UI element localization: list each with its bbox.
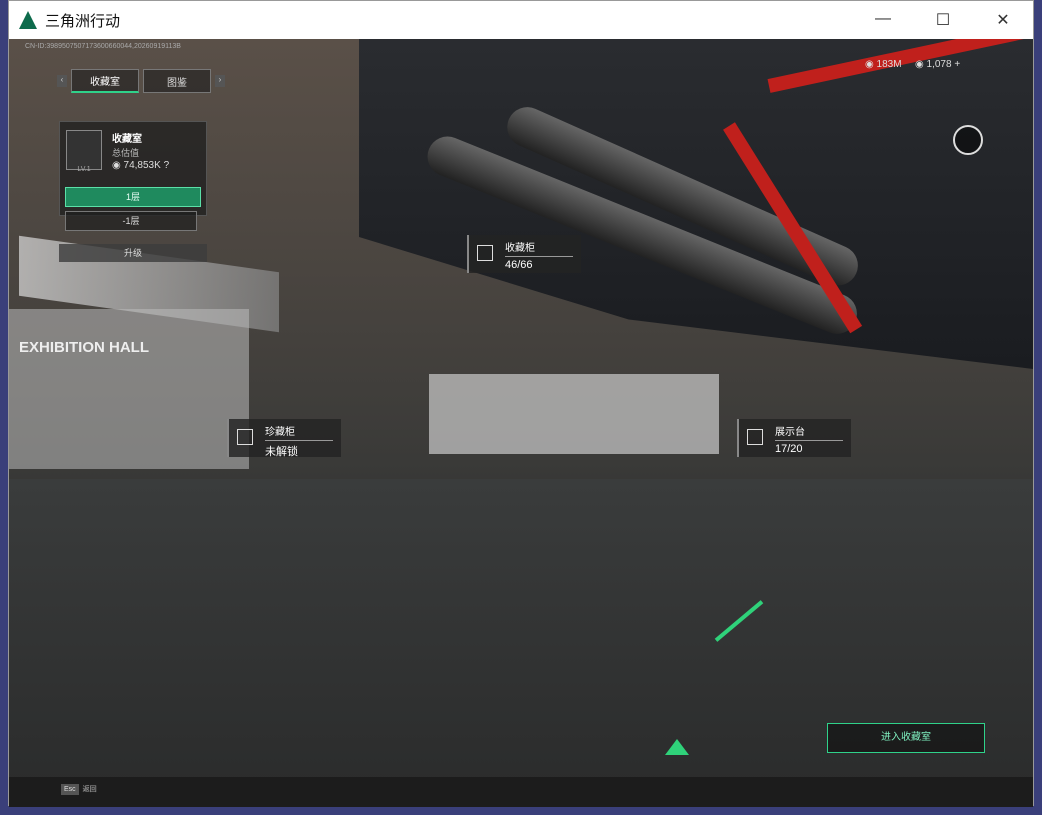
cabinet-icon	[477, 245, 493, 261]
upgrade-button[interactable]: 升级	[59, 244, 207, 262]
esc-label: 返回	[82, 786, 97, 793]
panel-value: 74,853K	[123, 160, 161, 171]
label-display-stand[interactable]: 展示台 17/20	[737, 419, 851, 457]
stand-icon	[747, 429, 763, 445]
help-icon[interactable]: ?	[164, 160, 170, 171]
level: LV.1	[77, 166, 91, 173]
floor-minus1-button[interactable]: -1层	[65, 211, 197, 231]
currency-1: ◉ 183M	[865, 59, 902, 70]
camera-icon[interactable]	[953, 125, 983, 155]
bottom-bar	[9, 777, 1033, 807]
label-value: 46/66	[505, 259, 533, 271]
panel-title: 收藏室	[112, 134, 142, 145]
tab-next-icon[interactable]: ›	[215, 75, 225, 87]
window-title: 三角洲行动	[45, 12, 121, 30]
app-window: 三角洲行动 — ☐ ✕ EXHIBITION HALL CN-ID:398950…	[8, 0, 1034, 807]
label-value: 未解锁	[265, 446, 298, 458]
maximize-button[interactable]: ☐	[913, 10, 973, 30]
floor	[9, 479, 1033, 807]
esc-key: Esc	[61, 784, 79, 795]
coin-icon: ◉	[112, 160, 124, 171]
room-icon	[66, 130, 102, 170]
panel-sub: 总估值	[112, 148, 140, 158]
currency-2: ◉ 1,078 +	[915, 59, 961, 70]
hall-sign: EXHIBITION HALL	[19, 339, 149, 356]
tab-prev-icon[interactable]: ‹	[57, 75, 67, 87]
id-info: CN-ID:3989507507173600660044,20260919113…	[25, 43, 181, 50]
close-button[interactable]: ✕	[973, 10, 1033, 30]
floor-1-button[interactable]: 1层	[65, 187, 201, 207]
shelf-wall	[429, 374, 719, 454]
label-value: 17/20	[775, 443, 803, 455]
game-viewport[interactable]: EXHIBITION HALL CN-ID:398950750717360066…	[9, 39, 1033, 807]
title-bar: 三角洲行动 — ☐ ✕	[9, 1, 1033, 39]
label-title: 珍藏柜	[265, 423, 333, 441]
currency-2-value: 1,078 +	[926, 59, 961, 70]
esc-hint[interactable]: Esc 返回	[61, 784, 97, 795]
app-logo-icon	[19, 11, 37, 29]
label-title: 收藏柜	[505, 239, 573, 257]
minimize-button[interactable]: —	[853, 10, 913, 30]
enter-collection-button[interactable]: 进入收藏室	[827, 723, 985, 753]
tab-collection[interactable]: 收藏室	[71, 69, 139, 93]
exhibition-wall	[9, 309, 249, 469]
tab-catalog[interactable]: 图鉴	[143, 69, 211, 93]
label-rare-cabinet[interactable]: 珍藏柜 未解锁	[227, 419, 341, 458]
label-title: 展示台	[775, 423, 843, 441]
label-cabinet[interactable]: 收藏柜 46/66	[467, 235, 581, 273]
currency-1-value: 183M	[876, 59, 902, 70]
lock-icon	[237, 429, 253, 445]
